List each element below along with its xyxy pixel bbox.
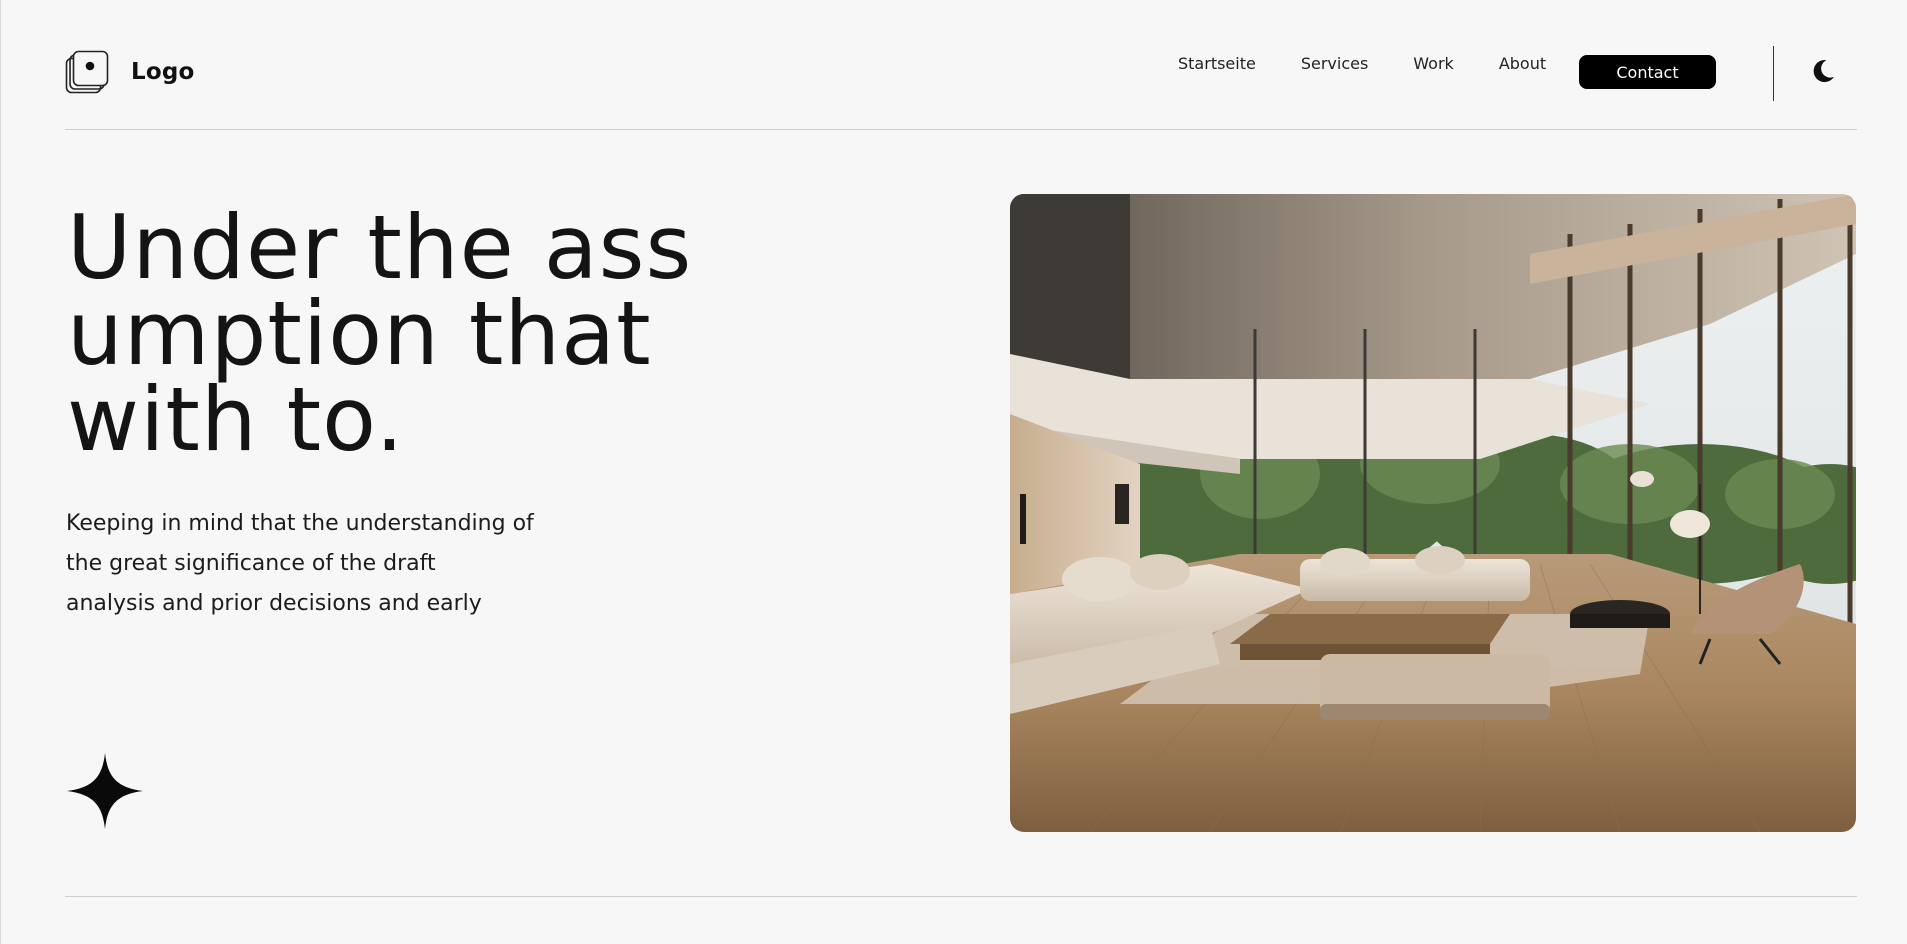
logo-text: Logo bbox=[131, 59, 195, 85]
hero-description-line: Keeping in mind that the understanding o… bbox=[66, 511, 534, 536]
nav-link-startseite[interactable]: Startseite bbox=[1178, 54, 1256, 73]
contact-button[interactable]: Contact bbox=[1579, 55, 1716, 89]
hero-description-line: analysis and prior decisions and early bbox=[66, 591, 482, 616]
hero-interior-image bbox=[1010, 194, 1856, 832]
logo-link[interactable]: Logo bbox=[65, 50, 195, 94]
stacked-squares-icon bbox=[65, 50, 109, 94]
hero-description: Keeping in mind that the understanding o… bbox=[66, 504, 566, 624]
nav-link-work[interactable]: Work bbox=[1413, 54, 1454, 73]
site-header: Logo Startseite Services Work About Cont… bbox=[65, 0, 1857, 130]
theme-toggle[interactable] bbox=[1809, 57, 1837, 85]
main-nav: Startseite Services Work About bbox=[1178, 54, 1591, 73]
hero-description-line: the great significance of the draft bbox=[66, 551, 436, 576]
hero-title-line: with to. bbox=[67, 368, 405, 471]
four-point-star-icon bbox=[67, 753, 143, 829]
nav-link-about[interactable]: About bbox=[1499, 54, 1546, 73]
page: Logo Startseite Services Work About Cont… bbox=[0, 0, 1907, 944]
nav-link-services[interactable]: Services bbox=[1301, 54, 1368, 73]
hero-title: Under the ass umption that with to. bbox=[67, 204, 707, 464]
footer-divider bbox=[65, 896, 1857, 897]
moon-icon bbox=[1813, 60, 1834, 83]
header-divider bbox=[1773, 46, 1774, 101]
